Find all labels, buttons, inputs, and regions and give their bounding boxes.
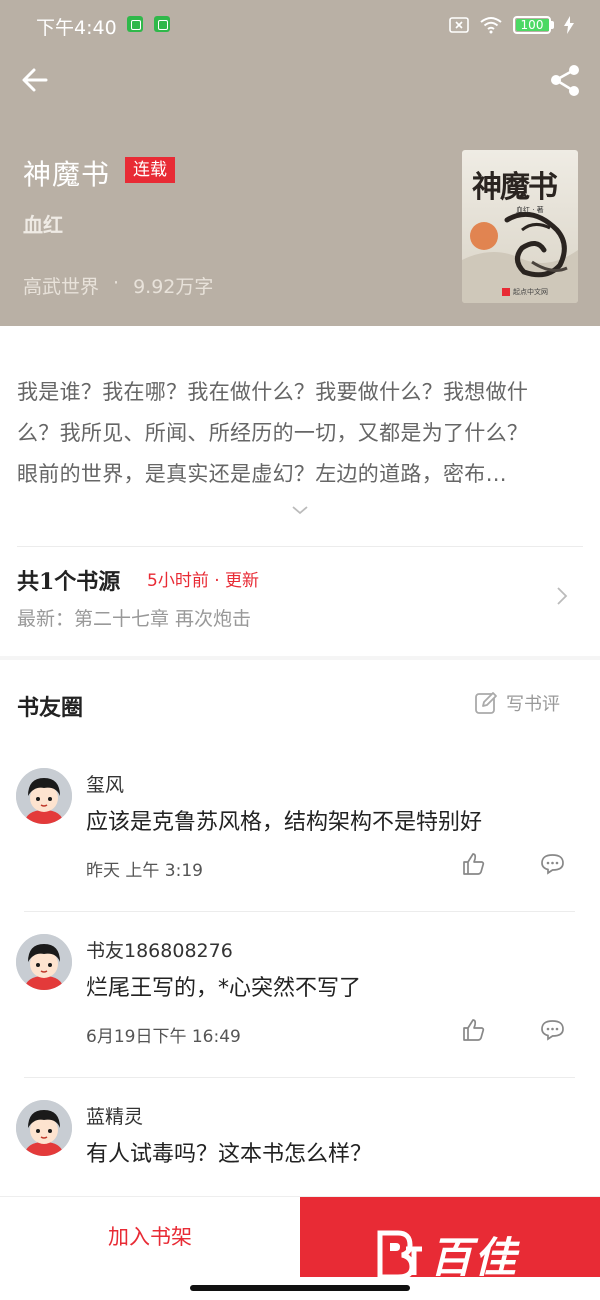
book-word-count: 9.92万字	[133, 276, 214, 298]
wifi-icon	[480, 17, 502, 34]
like-button[interactable]	[462, 1018, 486, 1042]
book-genre[interactable]: 高武世界	[23, 272, 99, 299]
book-author[interactable]: 血红	[23, 209, 63, 238]
share-icon	[551, 65, 579, 96]
avatar[interactable]	[16, 934, 72, 990]
book-meta: 高武世界 · 9.92万字	[23, 272, 213, 299]
commenter-name[interactable]: 蓝精灵	[86, 1102, 143, 1129]
book-synopsis[interactable]: 我是谁？我在哪？我在做什么？我要做什么？我想做什 么？我所见、所闻、所经历的一切…	[17, 372, 585, 495]
cover-publisher: 起点中文网	[502, 287, 548, 297]
avatar-image	[16, 1100, 72, 1156]
book-cover[interactable]: 神魔书 血红 · 著 起点中文网	[462, 150, 578, 303]
avatar[interactable]	[16, 1100, 72, 1156]
book-header: 下午4:40 100 神魔书 连载 血红 高武世界 · 9.92万字 神魔书 血…	[0, 0, 600, 326]
comment-text: 应该是克鲁苏风格，结构架构不是特别好	[86, 810, 483, 835]
status-time: 下午4:40	[36, 17, 117, 39]
comment-time: 6月19日下午 16:49	[86, 1027, 241, 1047]
sim-card-icon	[449, 17, 469, 33]
latest-chapter: 最新：第二十七章 再次炮击	[17, 608, 252, 630]
app-notification-icon	[154, 16, 170, 32]
serial-status-badge: 连载	[125, 157, 175, 183]
home-indicator[interactable]	[190, 1285, 410, 1291]
avatar[interactable]	[16, 768, 72, 824]
divider	[17, 546, 583, 547]
app-notification-icon	[127, 16, 143, 32]
share-button[interactable]	[548, 62, 584, 98]
chevron-right-icon	[557, 587, 568, 605]
source-update-time: 5小时前 · 更新	[147, 571, 260, 591]
cover-publisher-name: 起点中文网	[513, 288, 548, 296]
commenter-name[interactable]: 玺风	[86, 770, 124, 797]
expand-synopsis-button[interactable]	[290, 502, 310, 516]
book-detail-page: 下午4:40 100 神魔书 连载 血红 高武世界 · 9.92万字 神魔书 血…	[0, 0, 600, 1300]
battery-level: 100	[520, 18, 544, 32]
comment-item[interactable]: 书友186808276 烂尾王写的，*心突然不写了 6月19日下午 16:49	[0, 912, 600, 1078]
thumbs-up-icon	[463, 1019, 485, 1041]
source-count: 共1个书源	[17, 569, 121, 595]
comment-text: 有人试毒吗？这本书怎么样？	[86, 1142, 373, 1167]
write-review-button[interactable]: 写书评	[474, 690, 560, 716]
cover-title: 神魔书	[472, 170, 558, 205]
watermark: 百佳	[376, 1225, 580, 1283]
publisher-logo-icon	[502, 288, 510, 296]
synopsis-line: 眼前的世界，是真实还是虚幻？左边的道路，密布…	[17, 462, 507, 486]
thumbs-up-icon	[463, 853, 485, 875]
like-button[interactable]	[462, 852, 486, 876]
book-circle-title: 书友圈	[17, 695, 84, 721]
watermark-logo-icon	[377, 1230, 422, 1279]
charging-icon	[564, 16, 574, 34]
chevron-down-icon	[292, 506, 308, 515]
comment-bubble-icon	[541, 854, 564, 875]
commenter-name[interactable]: 书友186808276	[86, 936, 233, 963]
reply-button[interactable]	[540, 853, 565, 875]
status-bar: 下午4:40 100	[0, 0, 600, 50]
section-divider	[0, 656, 600, 660]
meta-separator: ·	[113, 272, 120, 294]
comment-item[interactable]: 玺风 应该是克鲁苏风格，结构架构不是特别好 昨天 上午 3:19	[0, 746, 600, 912]
write-review-label: 写书评	[506, 694, 560, 715]
cover-author: 血红 · 著	[516, 206, 544, 214]
status-icons: 100	[449, 14, 574, 36]
comment-bubble-icon	[541, 1020, 564, 1041]
watermark-text: 百佳	[430, 1232, 519, 1282]
book-title: 神魔书	[23, 158, 111, 191]
arrow-left-icon	[22, 68, 48, 92]
edit-icon	[475, 692, 497, 714]
comment-time: 昨天 上午 3:19	[86, 861, 203, 881]
back-button[interactable]	[18, 62, 54, 98]
reply-button[interactable]	[540, 1019, 565, 1041]
avatar-image	[16, 768, 72, 824]
avatar-image	[16, 934, 72, 990]
comment-text: 烂尾王写的，*心突然不写了	[86, 976, 362, 1001]
add-to-shelf-button[interactable]: 加入书架	[0, 1197, 300, 1277]
synopsis-line: 么？我所见、所闻、所经历的一切，又都是为了什么？	[17, 421, 529, 445]
synopsis-line: 我是谁？我在哪？我在做什么？我要做什么？我想做什	[17, 380, 529, 404]
book-source-row[interactable]: 共1个书源 5小时前 · 更新 最新：第二十七章 再次炮击	[0, 548, 600, 656]
battery-icon: 100	[513, 16, 554, 34]
